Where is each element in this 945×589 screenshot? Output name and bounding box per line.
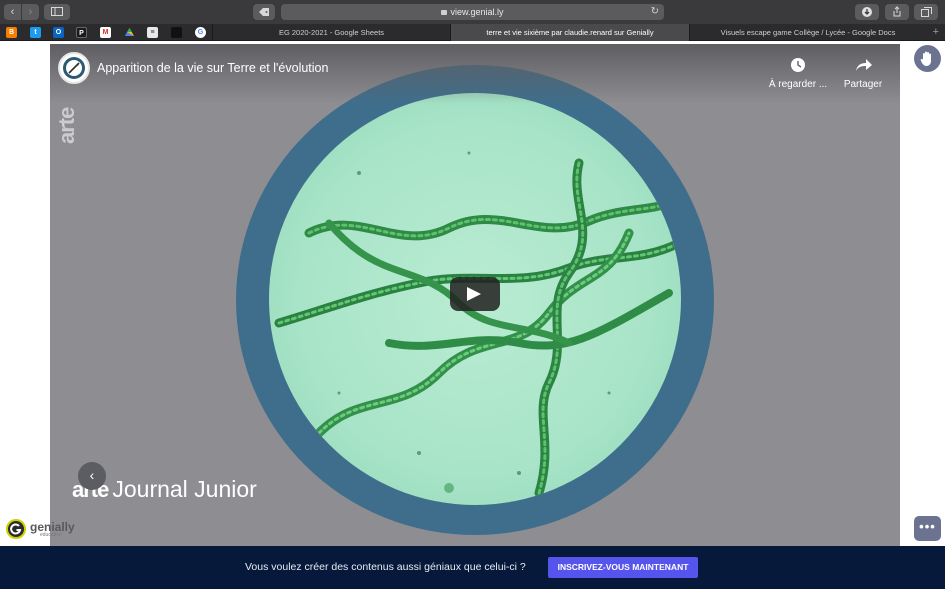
tab-google-sheets[interactable]: EG 2020-2021 - Google Sheets <box>213 24 450 41</box>
address-bar[interactable]: view.genial.ly ↻ <box>281 4 664 20</box>
dark-square-icon[interactable] <box>171 27 182 38</box>
tab-bar: B t O P M ≡ G EG 2020-2021 - Google Shee… <box>0 24 945 41</box>
google-icon[interactable]: G <box>195 27 206 38</box>
stripes-icon[interactable]: ≡ <box>147 27 158 38</box>
back-button[interactable]: ‹ <box>4 4 21 20</box>
share-label: Partager <box>843 79 883 90</box>
tab-google-docs[interactable]: Visuels escape game Collège / Lycée - Go… <box>690 24 926 41</box>
tabs-overview-button[interactable] <box>914 4 938 20</box>
tag-icon <box>259 8 269 16</box>
blogger-icon[interactable]: B <box>6 27 17 38</box>
share-icon <box>893 6 901 17</box>
tab-genially[interactable]: terre et vie sixième par claudie.renard … <box>451 24 689 41</box>
journal-title: Journal Junior <box>112 476 257 502</box>
signup-button[interactable]: INSCRIVEZ-VOUS MAINTENANT <box>548 557 698 578</box>
interaction-hand-button[interactable] <box>914 45 941 72</box>
youtube-embed[interactable]: arte Apparition de la vie sur Terre et l… <box>50 44 900 546</box>
share-video-button[interactable]: Partager <box>828 56 898 90</box>
tag-button[interactable] <box>253 4 275 20</box>
downloads-button[interactable] <box>855 4 879 20</box>
genially-g-icon <box>6 519 26 539</box>
chevron-left-icon: ‹ <box>89 467 95 483</box>
arte-watermark: arte <box>54 107 79 144</box>
gmail-icon[interactable]: M <box>100 27 111 38</box>
outlook-icon[interactable]: O <box>53 27 64 38</box>
signup-banner: Vous voulez créer des contenus aussi gén… <box>0 546 945 589</box>
channel-avatar[interactable] <box>58 52 90 84</box>
new-tab-button[interactable]: + <box>933 24 939 41</box>
address-text: view.genial.ly <box>450 7 504 17</box>
browser-toolbar: ‹ › view.genial.ly ↻ <box>0 0 945 24</box>
previous-slide-button[interactable]: ‹ <box>78 462 106 490</box>
share-arrow-icon <box>856 59 872 71</box>
video-title[interactable]: Apparition de la vie sur Terre et l'évol… <box>97 61 328 75</box>
drive-icon[interactable] <box>124 27 135 38</box>
pix-icon[interactable]: P <box>76 27 87 38</box>
forward-button[interactable]: › <box>22 4 39 20</box>
genially-page: arte Apparition de la vie sur Terre et l… <box>0 42 945 546</box>
play-icon <box>467 287 481 301</box>
watch-later-label: À regarder ... <box>768 79 828 90</box>
watch-later-button[interactable]: À regarder ... <box>763 56 833 90</box>
download-icon <box>862 7 872 17</box>
clock-icon <box>791 58 805 72</box>
dots-icon: ••• <box>919 519 936 534</box>
share-button[interactable] <box>885 4 909 20</box>
lock-icon <box>441 10 448 15</box>
twitter-icon[interactable]: t <box>30 27 41 38</box>
more-options-button[interactable]: ••• <box>914 516 941 541</box>
tabs-icon <box>920 7 932 17</box>
banner-message: Vous voulez créer des contenus aussi gén… <box>245 561 526 573</box>
sidebar-toggle-button[interactable] <box>44 4 70 20</box>
reload-icon[interactable]: ↻ <box>651 4 659 20</box>
genially-edition: education <box>40 532 62 538</box>
sidebar-icon <box>51 7 63 16</box>
hand-icon <box>920 51 931 66</box>
compass-icon <box>63 57 85 79</box>
play-button[interactable] <box>450 277 500 311</box>
